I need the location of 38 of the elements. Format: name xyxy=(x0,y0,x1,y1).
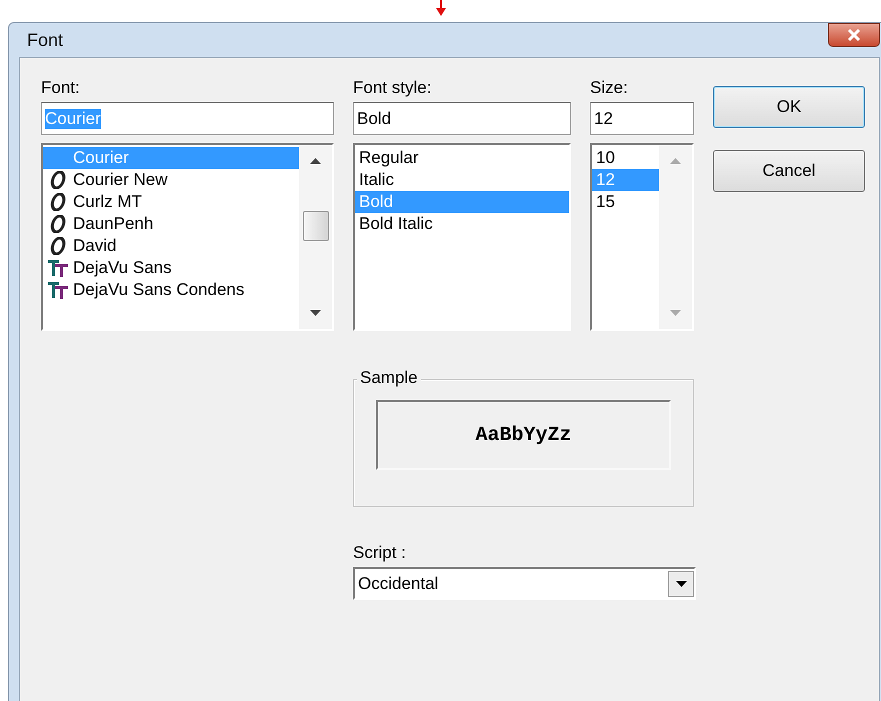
sample-text: AaBbYyZz xyxy=(475,424,572,446)
list-item[interactable]: Curlz MT xyxy=(43,191,299,213)
list-item[interactable]: 15 xyxy=(592,191,659,213)
list-item[interactable]: DaunPenh xyxy=(43,213,299,235)
scroll-up-icon[interactable] xyxy=(310,157,321,164)
font-label: Font: xyxy=(41,78,80,98)
dropdown-button[interactable] xyxy=(668,570,694,596)
script-value: Occidental xyxy=(358,574,438,594)
scrollbar[interactable] xyxy=(299,145,332,329)
scroll-down-icon[interactable] xyxy=(310,310,321,317)
cancel-button[interactable]: Cancel xyxy=(713,150,865,192)
scroll-thumb[interactable] xyxy=(303,211,329,241)
sample-label: Sample xyxy=(357,368,421,388)
pointer-arrow-icon xyxy=(436,0,446,16)
script-dropdown[interactable]: Occidental xyxy=(353,567,696,600)
close-button[interactable] xyxy=(828,23,880,47)
caret-icon xyxy=(676,580,686,586)
list-item[interactable]: DejaVu Sans Condens xyxy=(43,279,299,301)
font-style-list[interactable]: Regular Italic Bold Bold Italic xyxy=(353,143,571,331)
ok-button[interactable]: OK xyxy=(713,86,865,128)
font-style-label: Font style: xyxy=(353,78,432,98)
size-field[interactable]: 12 xyxy=(590,102,694,135)
size-label: Size: xyxy=(590,78,628,98)
truetype-font-icon xyxy=(47,281,69,299)
font-style-field[interactable]: Bold xyxy=(353,102,571,135)
close-icon xyxy=(847,29,861,41)
list-item[interactable]: 10 xyxy=(592,147,659,169)
list-item[interactable]: Bold Italic xyxy=(355,213,569,235)
truetype-font-icon xyxy=(47,259,69,277)
list-item[interactable]: David xyxy=(43,235,299,257)
size-list[interactable]: 10 12 15 xyxy=(590,143,694,331)
list-item[interactable]: DejaVu Sans xyxy=(43,257,299,279)
script-label: Script : xyxy=(353,543,406,563)
list-item[interactable]: Courier New xyxy=(43,169,299,191)
list-item[interactable]: Italic xyxy=(355,169,569,191)
font-list[interactable]: Courier Courier New Curlz MT DaunPenh David DejaVu Sans DejaVu Sans Condens xyxy=(41,143,334,331)
window-title: Font xyxy=(26,30,64,50)
list-item[interactable]: Regular xyxy=(355,147,569,169)
